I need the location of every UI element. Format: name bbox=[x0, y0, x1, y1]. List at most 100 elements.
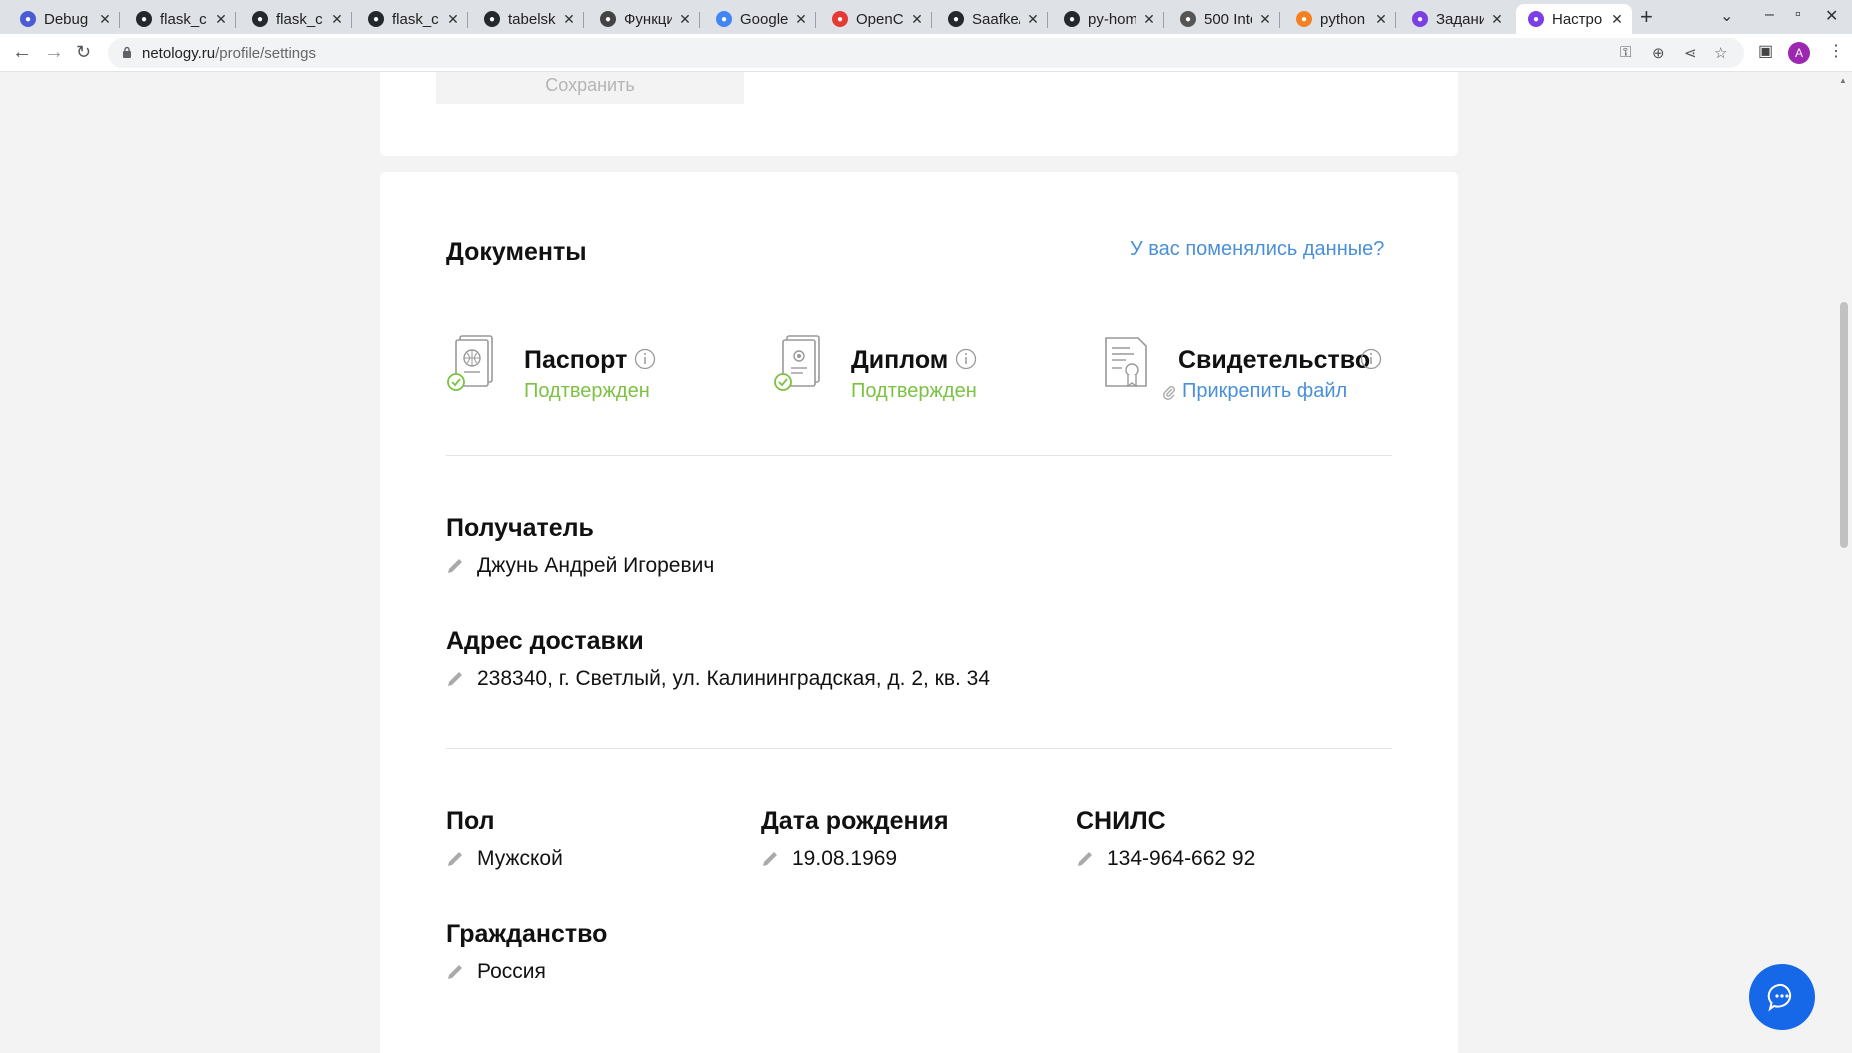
chat-button[interactable] bbox=[1749, 964, 1815, 1030]
back-icon[interactable]: ← bbox=[12, 42, 32, 62]
birthdate-label: Дата рождения bbox=[761, 807, 949, 835]
tab-close-icon[interactable]: ✕ bbox=[1610, 11, 1624, 28]
tab-close-icon[interactable]: ✕ bbox=[1490, 11, 1504, 28]
document-passport[interactable]: Паспорт Подтвержден bbox=[446, 332, 746, 412]
data-changed-link[interactable]: У вас поменялись данные? bbox=[1130, 238, 1384, 261]
zoom-icon[interactable]: ⊕ bbox=[1652, 44, 1665, 62]
citizenship-field[interactable]: Россия bbox=[446, 960, 546, 984]
tab-title: 500 Inte bbox=[1204, 10, 1252, 28]
pencil-icon[interactable] bbox=[761, 850, 779, 868]
tab-close-icon[interactable]: ✕ bbox=[562, 11, 576, 28]
pencil-icon[interactable] bbox=[446, 963, 464, 981]
address-bar[interactable]: netology.ru/profile/settings ⚿ ⊕ ⋖ ☆ bbox=[108, 38, 1744, 68]
github-icon: ● bbox=[252, 11, 268, 27]
close-window-icon[interactable]: ✕ bbox=[1825, 6, 1838, 26]
tab-close-icon[interactable]: ✕ bbox=[794, 11, 808, 28]
side-panel-icon[interactable]: ▣ bbox=[1758, 41, 1773, 61]
info-icon[interactable] bbox=[955, 348, 977, 370]
share-icon[interactable]: ⋖ bbox=[1684, 44, 1697, 62]
new-tab-icon[interactable]: + bbox=[1640, 4, 1653, 30]
tab-close-icon[interactable]: ✕ bbox=[1026, 11, 1040, 28]
attach-file-link[interactable]: Прикрепить файл bbox=[1162, 380, 1347, 403]
browser-menu-icon[interactable]: ⋮ bbox=[1828, 41, 1844, 61]
scrollbar-thumb[interactable] bbox=[1840, 302, 1848, 548]
browser-tab[interactable]: ● flask_c ✕ bbox=[240, 4, 352, 34]
page-scrollbar[interactable]: ▲ bbox=[1836, 72, 1852, 1053]
tab-close-icon[interactable]: ✕ bbox=[446, 11, 460, 28]
info-icon[interactable] bbox=[1360, 348, 1382, 370]
netology-icon: ● bbox=[1528, 11, 1544, 27]
key-icon[interactable]: ⚿ bbox=[1620, 44, 1631, 61]
document-title: Свидетельство bbox=[1178, 346, 1371, 374]
minimize-icon[interactable]: – bbox=[1765, 6, 1774, 24]
passport-icon bbox=[447, 335, 493, 391]
browser-tab[interactable]: ● Google ✕ bbox=[704, 4, 816, 34]
browser-tab[interactable]: ● python ✕ bbox=[1284, 4, 1396, 34]
tab-title: Saafke/ bbox=[972, 10, 1020, 28]
browser-tab[interactable]: ● tabelsk ✕ bbox=[472, 4, 584, 34]
chat-icon bbox=[1767, 983, 1792, 1012]
tab-title: flask_c bbox=[392, 10, 439, 28]
stackoverflow-icon: ● bbox=[1296, 11, 1312, 27]
globe-icon: ● bbox=[1180, 11, 1196, 27]
tab-favicon-icon: ● bbox=[20, 11, 36, 27]
document-diploma[interactable]: Диплом Подтвержден bbox=[773, 332, 1073, 412]
tab-title: flask_c bbox=[276, 10, 323, 28]
recipient-field[interactable]: Джунь Андрей Игоревич bbox=[446, 554, 714, 578]
browser-tab-active[interactable]: ● Настро ✕ bbox=[1516, 4, 1632, 34]
pencil-icon[interactable] bbox=[446, 670, 464, 688]
browser-tab[interactable]: ● Функци ✕ bbox=[588, 4, 700, 34]
github-icon: ● bbox=[948, 11, 964, 27]
address-value: 238340, г. Светлый, ул. Калининградская,… bbox=[477, 667, 991, 690]
tab-close-icon[interactable]: ✕ bbox=[98, 11, 112, 28]
browser-tab[interactable]: ● OpenC ✕ bbox=[820, 4, 932, 34]
tab-close-icon[interactable]: ✕ bbox=[1142, 11, 1156, 28]
pencil-icon[interactable] bbox=[446, 850, 464, 868]
browser-tab[interactable]: ● flask_c ✕ bbox=[124, 4, 236, 34]
gender-field[interactable]: Мужской bbox=[446, 847, 563, 871]
browser-tab[interactable]: ● Задани ✕ bbox=[1400, 4, 1512, 34]
tab-title: Debug bbox=[44, 10, 89, 28]
browser-tab[interactable]: ● py-hom ✕ bbox=[1052, 4, 1164, 34]
tab-close-icon[interactable]: ✕ bbox=[678, 11, 692, 28]
address-field[interactable]: 238340, г. Светлый, ул. Калининградская,… bbox=[446, 667, 990, 691]
tab-close-icon[interactable]: ✕ bbox=[214, 11, 228, 28]
browser-tab[interactable]: ● Saafke/ ✕ bbox=[936, 4, 1048, 34]
page-viewport: Сохранить Документы У вас поменялись дан… bbox=[0, 72, 1852, 1053]
documents-heading: Документы bbox=[446, 238, 587, 266]
tab-close-icon[interactable]: ✕ bbox=[910, 11, 924, 28]
tab-close-icon[interactable]: ✕ bbox=[1374, 11, 1388, 28]
reload-icon[interactable]: ↻ bbox=[76, 42, 91, 62]
scroll-up-icon[interactable]: ▲ bbox=[1839, 76, 1847, 85]
pencil-icon[interactable] bbox=[446, 557, 464, 575]
tab-title: Настро bbox=[1552, 10, 1603, 28]
url-text: netology.ru/profile/settings bbox=[142, 45, 316, 62]
bookmark-star-icon[interactable]: ☆ bbox=[1714, 44, 1727, 62]
openai-icon: ● bbox=[600, 11, 616, 27]
recipient-value: Джунь Андрей Игоревич bbox=[477, 554, 715, 577]
netology-icon: ● bbox=[1412, 11, 1428, 27]
tab-search-chevron-icon[interactable]: ⌄ bbox=[1720, 6, 1733, 26]
profile-card-top: Сохранить bbox=[380, 72, 1458, 156]
maximize-icon[interactable]: ▫ bbox=[1795, 6, 1801, 24]
document-title: Диплом bbox=[851, 346, 949, 374]
documents-card: Документы У вас поменялись данные? Паспо… bbox=[380, 172, 1458, 1053]
browser-tab-bar: ● Debug ✕ ● flask_c ✕ ● flask_c ✕ ● flas… bbox=[0, 0, 1852, 34]
tab-close-icon[interactable]: ✕ bbox=[1258, 11, 1272, 28]
tab-close-icon[interactable]: ✕ bbox=[330, 11, 344, 28]
browser-tab[interactable]: ● flask_c ✕ bbox=[356, 4, 468, 34]
tab-title: Google bbox=[740, 10, 788, 28]
profile-avatar[interactable]: A bbox=[1788, 42, 1810, 64]
forward-icon[interactable]: → bbox=[44, 42, 64, 62]
tab-title: Задани bbox=[1436, 10, 1484, 28]
recipient-label: Получатель bbox=[446, 514, 594, 542]
document-certificate[interactable]: Свидетельство Прикрепить файл bbox=[1100, 332, 1400, 412]
browser-tab[interactable]: ● 500 Inte ✕ bbox=[1168, 4, 1280, 34]
info-icon[interactable] bbox=[634, 348, 656, 370]
github-icon: ● bbox=[136, 11, 152, 27]
save-button[interactable]: Сохранить bbox=[436, 72, 744, 104]
snils-field[interactable]: 134-964-662 92 bbox=[1076, 847, 1255, 871]
pencil-icon[interactable] bbox=[1076, 850, 1094, 868]
browser-tab[interactable]: ● Debug ✕ bbox=[8, 4, 120, 34]
birthdate-field[interactable]: 19.08.1969 bbox=[761, 847, 897, 871]
